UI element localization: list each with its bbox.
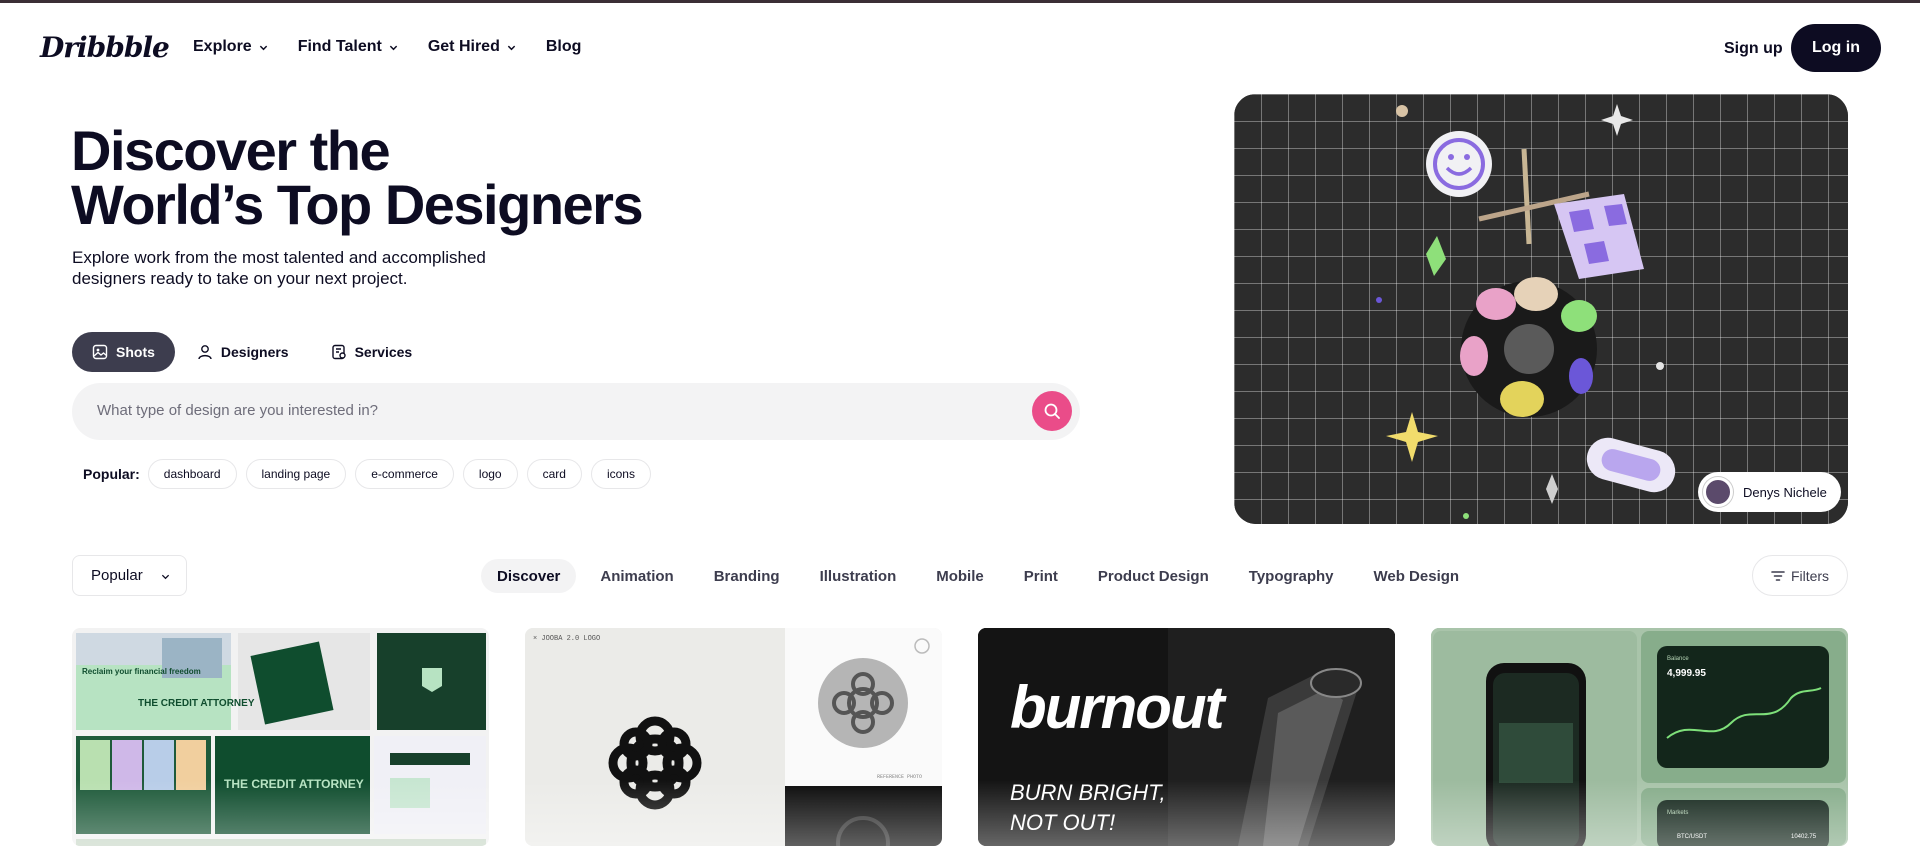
avatar	[1703, 477, 1733, 507]
top-nav: Dribbble Explore Find Talent Get Hired B…	[0, 3, 1920, 91]
tag-dashboard[interactable]: dashboard	[147, 459, 237, 489]
nav-get-hired[interactable]: Get Hired	[428, 38, 516, 56]
nav-get-hired-label: Get Hired	[427, 38, 500, 55]
tag-icons[interactable]: icons	[590, 459, 651, 489]
shot3-tagline2: NOT OUT!	[1010, 810, 1115, 835]
search-input[interactable]: What type of design are you interested i…	[97, 402, 378, 419]
shot-thumbnail: burnout BURN BRIGHT, NOT OUT!	[978, 628, 1395, 846]
tab-services-label: Services	[354, 344, 413, 360]
tab-services[interactable]: Services	[311, 332, 433, 372]
category-typography[interactable]: Typography	[1233, 559, 1350, 593]
category-product-design[interactable]: Product Design	[1082, 559, 1225, 593]
tag-logo[interactable]: logo	[462, 459, 518, 489]
nav-explore[interactable]: Explore	[193, 38, 268, 56]
chevron-down-icon	[161, 574, 170, 580]
nav-links: Explore Find Talent Get Hired Blog	[193, 38, 611, 56]
shot3-brand: burnout	[1010, 674, 1228, 741]
nav-blog-label: Blog	[545, 38, 582, 55]
shot4-price: 10402.75	[1791, 834, 1817, 840]
tag-e-commerce[interactable]: e-commerce	[355, 459, 454, 489]
artwork-credit-name: Denys Nichele	[1743, 484, 1827, 500]
tag-landing-page[interactable]: landing page	[245, 459, 347, 489]
tab-designers-label: Designers	[220, 344, 289, 360]
sort-value: Popular	[91, 567, 143, 584]
search-type-tabs: Shots Designers Services	[72, 332, 434, 372]
sort-dropdown[interactable]: Popular	[72, 555, 187, 596]
shot2-reference: REFERENCE PHOTO	[877, 774, 922, 780]
shot-card[interactable]: burnout BURN BRIGHT, NOT OUT!	[978, 628, 1395, 846]
filter-icon	[1771, 570, 1785, 581]
filters-label: Filters	[1790, 567, 1830, 584]
filters-button[interactable]: Filters	[1752, 555, 1848, 596]
image-icon	[92, 344, 108, 360]
category-animation[interactable]: Animation	[584, 559, 689, 593]
shot3-tagline1: BURN BRIGHT,	[1010, 780, 1166, 805]
signup-link[interactable]: Sign up	[1724, 40, 1783, 58]
tab-designers[interactable]: Designers	[177, 332, 309, 372]
hero-title-line1: Discover the	[71, 119, 391, 182]
user-icon	[198, 345, 212, 360]
services-icon	[331, 344, 346, 360]
category-illustration[interactable]: Illustration	[804, 559, 913, 593]
shot4-pair: BTC/USDT	[1677, 834, 1707, 840]
shot-card[interactable]: × JOOBA 2.0 LOGO REFERENCE PHOTO	[525, 628, 942, 846]
search-icon	[1044, 403, 1060, 419]
shot-card[interactable]: Reclaim your financial freedom THE CREDI…	[72, 628, 489, 846]
search-bar[interactable]: What type of design are you interested i…	[72, 383, 1080, 440]
dribbble-logo[interactable]: Dribbble	[40, 31, 170, 64]
chevron-down-icon	[507, 45, 516, 50]
hero-artwork[interactable]: Denys Nichele	[1234, 94, 1848, 524]
login-button[interactable]: Log in	[1791, 24, 1881, 72]
search-button[interactable]	[1032, 391, 1072, 431]
shot-thumbnail: Reclaim your financial freedom THE CREDI…	[76, 633, 486, 846]
shot1-brand-small: THE CREDIT ATTORNEY	[138, 698, 255, 709]
hero-subtitle: Explore work from the most talented and …	[72, 248, 486, 288]
nav-explore-label: Explore	[193, 38, 252, 55]
nav-blog[interactable]: Blog	[546, 38, 582, 56]
category-discover[interactable]: Discover	[481, 559, 577, 593]
category-web-design[interactable]: Web Design	[1358, 559, 1476, 593]
artwork-illustration	[1376, 104, 1676, 519]
category-print[interactable]: Print	[1008, 559, 1074, 593]
shot1-brand-large: THE CREDIT ATTORNEY	[224, 777, 364, 791]
nav-find-talent-label: Find Talent	[297, 38, 382, 55]
shot4-balance-value: 4,999.95	[1667, 668, 1706, 679]
nav-find-talent[interactable]: Find Talent	[298, 38, 398, 56]
shot2-caption: × JOOBA 2.0 LOGO	[533, 635, 600, 643]
shot-thumbnail: Balance 4,999.95 Markets BTC/USDT 10402.…	[1431, 628, 1848, 846]
popular-tags: Popular: dashboard landing page e-commer…	[83, 459, 660, 489]
shot-card[interactable]: Balance 4,999.95 Markets BTC/USDT 10402.…	[1431, 628, 1848, 846]
category-tabs: Discover Animation Branding Illustration…	[481, 559, 1483, 593]
chevron-down-icon	[259, 45, 267, 50]
hero-title: Discover the World’s Top Designers	[71, 119, 644, 236]
shot-thumbnail: × JOOBA 2.0 LOGO REFERENCE PHOTO	[525, 628, 942, 846]
shot4-markets-label: Markets	[1667, 810, 1688, 816]
artwork-credit-badge[interactable]: Denys Nichele	[1698, 472, 1841, 512]
tab-shots[interactable]: Shots	[72, 332, 175, 372]
tab-shots-label: Shots	[116, 344, 155, 360]
tag-card[interactable]: card	[526, 459, 582, 489]
hero-title-line2: World’s Top Designers	[71, 173, 644, 236]
shot4-balance-label: Balance	[1667, 656, 1689, 662]
category-branding[interactable]: Branding	[698, 559, 796, 593]
popular-label: Popular:	[83, 466, 140, 482]
shot1-headline: Reclaim your financial freedom	[82, 667, 201, 676]
chevron-down-icon	[389, 45, 397, 50]
category-mobile[interactable]: Mobile	[920, 559, 1000, 593]
